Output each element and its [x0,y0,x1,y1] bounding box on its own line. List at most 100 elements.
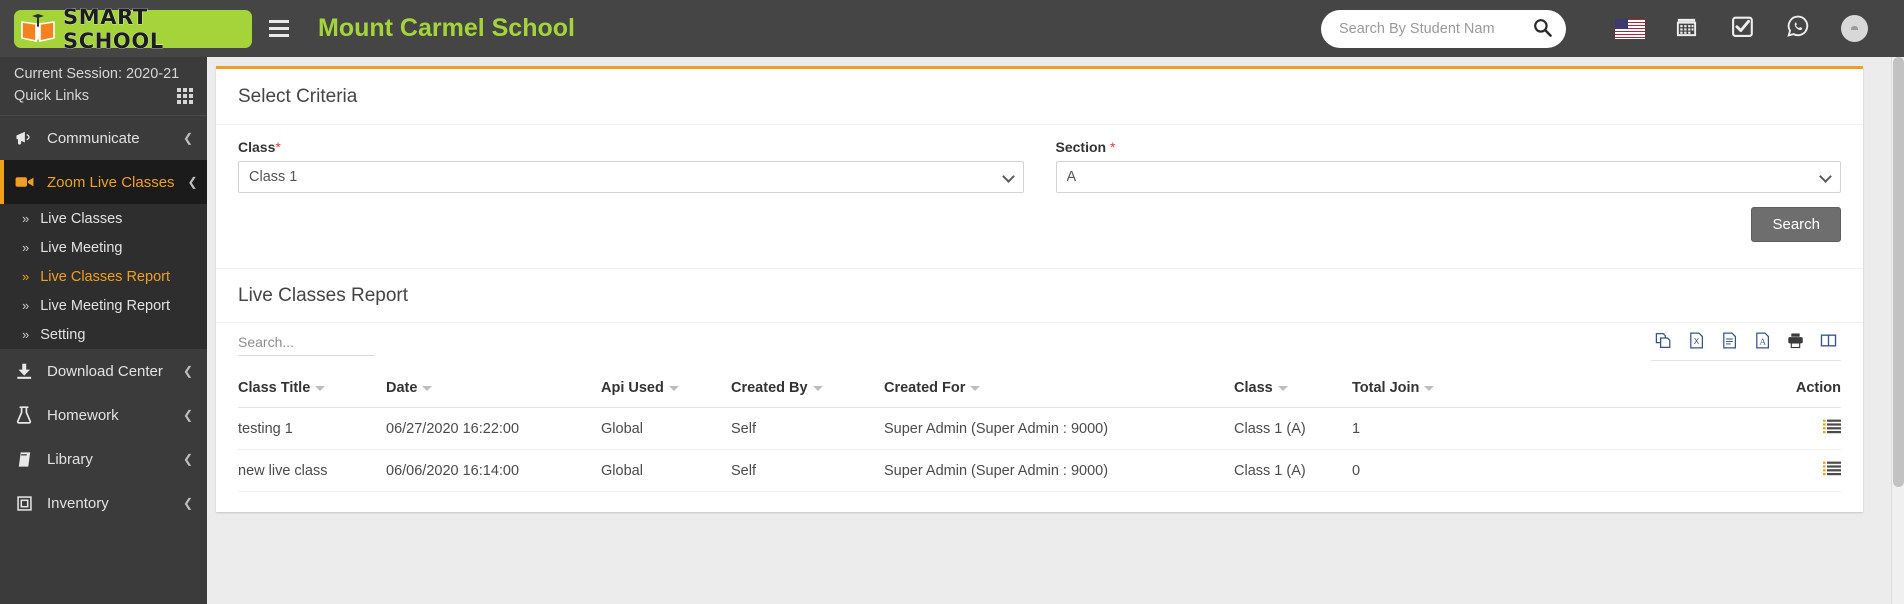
list-action-icon[interactable] [1823,419,1841,438]
sidebar-subitem-label: Live Classes [40,210,123,227]
class-field-group: Class* Class 1 [238,139,1024,193]
column-label: Class Title [238,380,311,396]
pdf-export-button[interactable]: A [1750,331,1775,355]
download-icon [14,363,34,380]
quick-links-button[interactable]: Quick Links [0,85,207,116]
column-label: Date [386,380,418,396]
sidebar-item-download-center[interactable]: Download Center ❮ [0,349,207,393]
sidebar-item-label: Download Center [47,362,163,380]
table-header-row: Class Title Date Api Used Created By Cre… [238,375,1841,408]
brand-name: SMART SCHOOL [63,4,164,53]
whatsapp-button[interactable] [1770,7,1826,51]
column-header-total-join[interactable]: Total Join [1352,375,1487,408]
select-criteria-title: Select Criteria [216,69,1863,125]
double-chevron-right-icon: » [22,240,30,255]
double-chevron-right-icon: » [22,269,30,284]
sort-caret-icon [812,385,823,391]
copy-export-button[interactable] [1651,331,1676,355]
cell-api-used: Global [601,449,731,492]
main-content: Select Criteria Class* Class 1 Section *… [207,57,1904,604]
avatar [1840,15,1868,42]
export-buttons-group: X A [1651,331,1841,361]
cell-class-title: testing 1 [238,407,386,450]
column-header-date[interactable]: Date [386,375,601,408]
column-label: Class [1234,380,1273,396]
report-table-area: X [216,323,1863,512]
flask-icon [14,406,34,424]
class-required-marker: * [275,139,281,155]
double-chevron-right-icon: » [22,327,30,342]
language-selector-button[interactable] [1602,7,1658,51]
sidebar: Current Session: 2020-21 Quick Links Com… [0,57,207,604]
sidebar-item-homework[interactable]: Homework ❮ [0,393,207,437]
live-classes-report-table: Class Title Date Api Used Created By Cre… [238,375,1841,492]
table-row[interactable]: testing 1 06/27/2020 16:22:00 Global Sel… [238,407,1841,450]
sort-caret-icon [668,385,679,391]
sort-caret-icon [315,385,326,391]
double-chevron-right-icon: » [22,211,30,226]
table-search-input[interactable] [238,331,374,356]
chevron-left-icon: ❮ [182,408,193,422]
column-header-api-used[interactable]: Api Used [601,375,731,408]
top-navbar: SMART SCHOOL Mount Carmel School [0,0,1904,57]
cell-created-by: Self [731,407,884,450]
user-profile-button[interactable] [1826,7,1882,51]
excel-export-button[interactable]: X [1684,331,1709,355]
search-submit-button[interactable] [1527,18,1558,40]
cell-date: 06/27/2020 16:22:00 [386,407,601,450]
sidebar-subitem-setting[interactable]: » Setting [0,320,207,349]
column-header-created-for[interactable]: Created For [884,375,1234,408]
tasks-button[interactable] [1714,7,1770,51]
sidebar-subitem-live-meeting-report[interactable]: » Live Meeting Report [0,291,207,320]
section-label: Section * [1056,139,1842,155]
section-select[interactable]: A [1055,161,1841,193]
page-scrollbar[interactable] [1891,57,1904,604]
cell-class: Class 1 (A) [1234,449,1352,492]
sidebar-item-inventory[interactable]: Inventory ❮ [0,481,207,525]
class-label-text: Class [238,139,276,155]
sidebar-item-label: Homework [47,406,119,424]
sidebar-item-library[interactable]: Library ❮ [0,437,207,481]
sidebar-item-zoom-live-classes[interactable]: Zoom Live Classes ❮ [0,160,207,204]
sidebar-subitem-live-classes-report[interactable]: » Live Classes Report [0,262,207,291]
sidebar-item-label: Communicate [47,129,140,147]
search-criteria-button[interactable]: Search [1751,207,1841,242]
live-classes-report-title: Live Classes Report [216,268,1863,323]
video-camera-icon [14,175,34,189]
sort-caret-icon [422,385,433,391]
grid-icon [177,88,193,104]
search-input[interactable] [1339,20,1527,37]
current-session-label: Current Session: 2020-21 [14,66,180,82]
cell-total-join: 1 [1352,407,1487,450]
section-select-wrap: A [1055,161,1841,193]
column-visibility-button[interactable] [1816,331,1841,355]
class-select[interactable]: Class 1 [238,161,1024,193]
scrollbar-thumb[interactable] [1893,57,1904,487]
global-search-box[interactable] [1321,9,1566,48]
sidebar-item-label: Library [47,450,93,468]
cell-class-title: new live class [238,449,386,492]
column-header-class[interactable]: Class [1234,375,1352,408]
csv-export-button[interactable] [1717,331,1742,355]
sort-caret-icon [970,385,981,391]
sidebar-subitem-live-meeting[interactable]: » Live Meeting [0,233,207,262]
table-body: testing 1 06/27/2020 16:22:00 Global Sel… [238,407,1841,492]
sidebar-item-communicate[interactable]: Communicate ❮ [0,116,207,160]
calendar-button[interactable] [1658,7,1714,51]
zoom-live-classes-submenu: » Live Classes » Live Meeting » Live Cla… [0,204,207,349]
table-row[interactable]: new live class 06/06/2020 16:14:00 Globa… [238,449,1841,492]
column-header-created-by[interactable]: Created By [731,375,884,408]
section-field-group: Section * A [1055,139,1842,193]
copy-export-icon [1654,331,1673,355]
chevron-left-icon: ❮ [182,364,193,378]
sidebar-toggle-button[interactable] [262,12,296,46]
class-label: Class* [238,139,1024,155]
column-header-class-title[interactable]: Class Title [238,375,386,408]
brand-logo[interactable]: SMART SCHOOL [0,0,252,57]
sidebar-subitem-live-classes[interactable]: » Live Classes [0,204,207,233]
cell-date: 06/06/2020 16:14:00 [386,449,601,492]
print-button[interactable] [1783,331,1808,355]
list-action-icon[interactable] [1823,461,1841,480]
language-flag-icon [1615,18,1645,39]
criteria-fields-row: Class* Class 1 Section * A [238,139,1841,193]
